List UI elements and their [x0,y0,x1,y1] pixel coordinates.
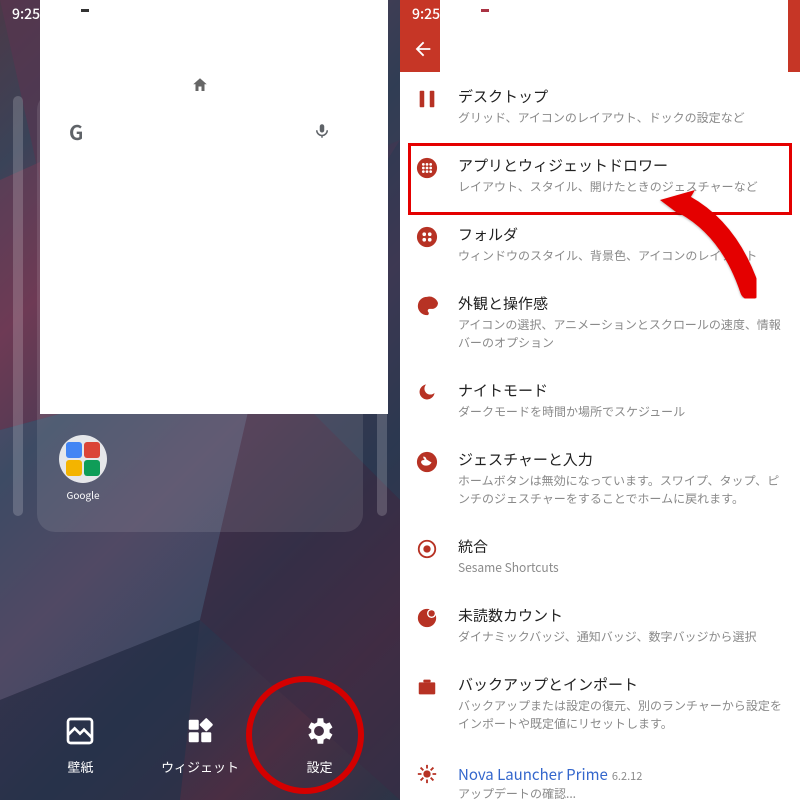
google-search-bar[interactable]: G [55,110,345,152]
settings-label: 設定 [306,757,332,776]
settings-item-unread[interactable]: 未読数カウントダイナミックバッジ、通知バッジ、数字バッジから選択 [400,591,800,660]
wallpaper-button[interactable]: 壁紙 [62,713,98,776]
wifi-icon [460,6,476,22]
widget-label: ウィジェット [161,757,239,776]
status-bar: 9:25 78% [400,0,800,28]
battery-icon [480,6,490,22]
clock: 9:25 [12,4,40,24]
badge-icon [412,605,442,646]
settings-item-look[interactable]: 外観と操作感アイコンの選択、アニメーションとスクロールの速度、情報バーのオプショ… [400,279,800,366]
page-preview-left[interactable] [13,96,23,516]
gear-icon [301,713,337,749]
settings-item-night[interactable]: ナイトモードダークモードを時間か場所でスケジュール [400,366,800,435]
settings-item-drawer[interactable]: アプリとウィジェットドロワーレイアウト、スタイル、開けたときのジェスチャーなど [400,141,800,210]
battery-pct: 78% [494,4,523,24]
nova-icon [412,761,442,800]
home-icon [191,76,209,94]
status-bar: 9:25 78% [0,0,400,28]
dnd-icon [40,6,56,22]
settings-item-integrations[interactable]: 統合Sesame Shortcuts [400,522,800,591]
longpress-actions: 壁紙 ウィジェット 設定 [0,713,400,776]
wallpaper-icon [62,713,98,749]
desktop-icon [412,86,442,127]
drawer-icon [412,155,442,196]
folder-icon [412,224,442,265]
gesture-icon [412,449,442,508]
dnd-icon [440,6,456,22]
page-preview-main[interactable]: G Google [37,92,363,532]
widget-icon [182,713,218,749]
battery-pct: 78% [94,4,123,24]
settings-item-desktop[interactable]: デスクトップグリッド、アイコンのレイアウト、ドックの設定など [400,72,800,141]
wallpaper-label: 壁紙 [67,757,93,776]
wifi-icon [60,6,76,22]
back-button[interactable] [412,38,434,60]
settings-item-folder[interactable]: フォルダウィンドウのスタイル、背景色、アイコンのレイアウト [400,210,800,279]
palette-icon [412,293,442,352]
settings-item-prime[interactable]: Nova Launcher Prime6.2.12アップデートの確認... [400,747,800,800]
google-folder[interactable]: Google [59,435,107,502]
home-longpress-screen: 9:25 78% G Google [0,0,400,800]
nova-settings-screen: 9:25 78% Novaの設定 デスクトップグリッド、アイコンのレイアウト、ド… [400,0,800,800]
settings-item-backup[interactable]: バックアップとインポートバックアップまたは設定の復元、別のランチャーから設定をイ… [400,660,800,747]
mic-icon[interactable] [313,122,331,140]
moon-icon [412,380,442,421]
settings-button[interactable]: 設定 [301,713,337,776]
widget-button[interactable]: ウィジェット [161,713,239,776]
folder-label: Google [66,487,99,502]
app-bar: 9:25 78% Novaの設定 [400,0,800,72]
google-g-icon: G [69,117,83,146]
battery-icon [80,6,90,22]
page-preview-right[interactable] [377,96,387,516]
folder-icon [59,435,107,483]
clock: 9:25 [412,4,440,24]
default-home-badge[interactable] [183,68,217,102]
briefcase-icon [412,674,442,733]
settings-list[interactable]: デスクトップグリッド、アイコンのレイアウト、ドックの設定など アプリとウィジェッ… [400,72,800,800]
extension-icon [412,536,442,577]
settings-item-gestures[interactable]: ジェスチャーと入力ホームボタンは無効になっています。スワイプ、タップ、ピンチのジ… [400,435,800,522]
page-preview-row: G Google [0,92,400,562]
